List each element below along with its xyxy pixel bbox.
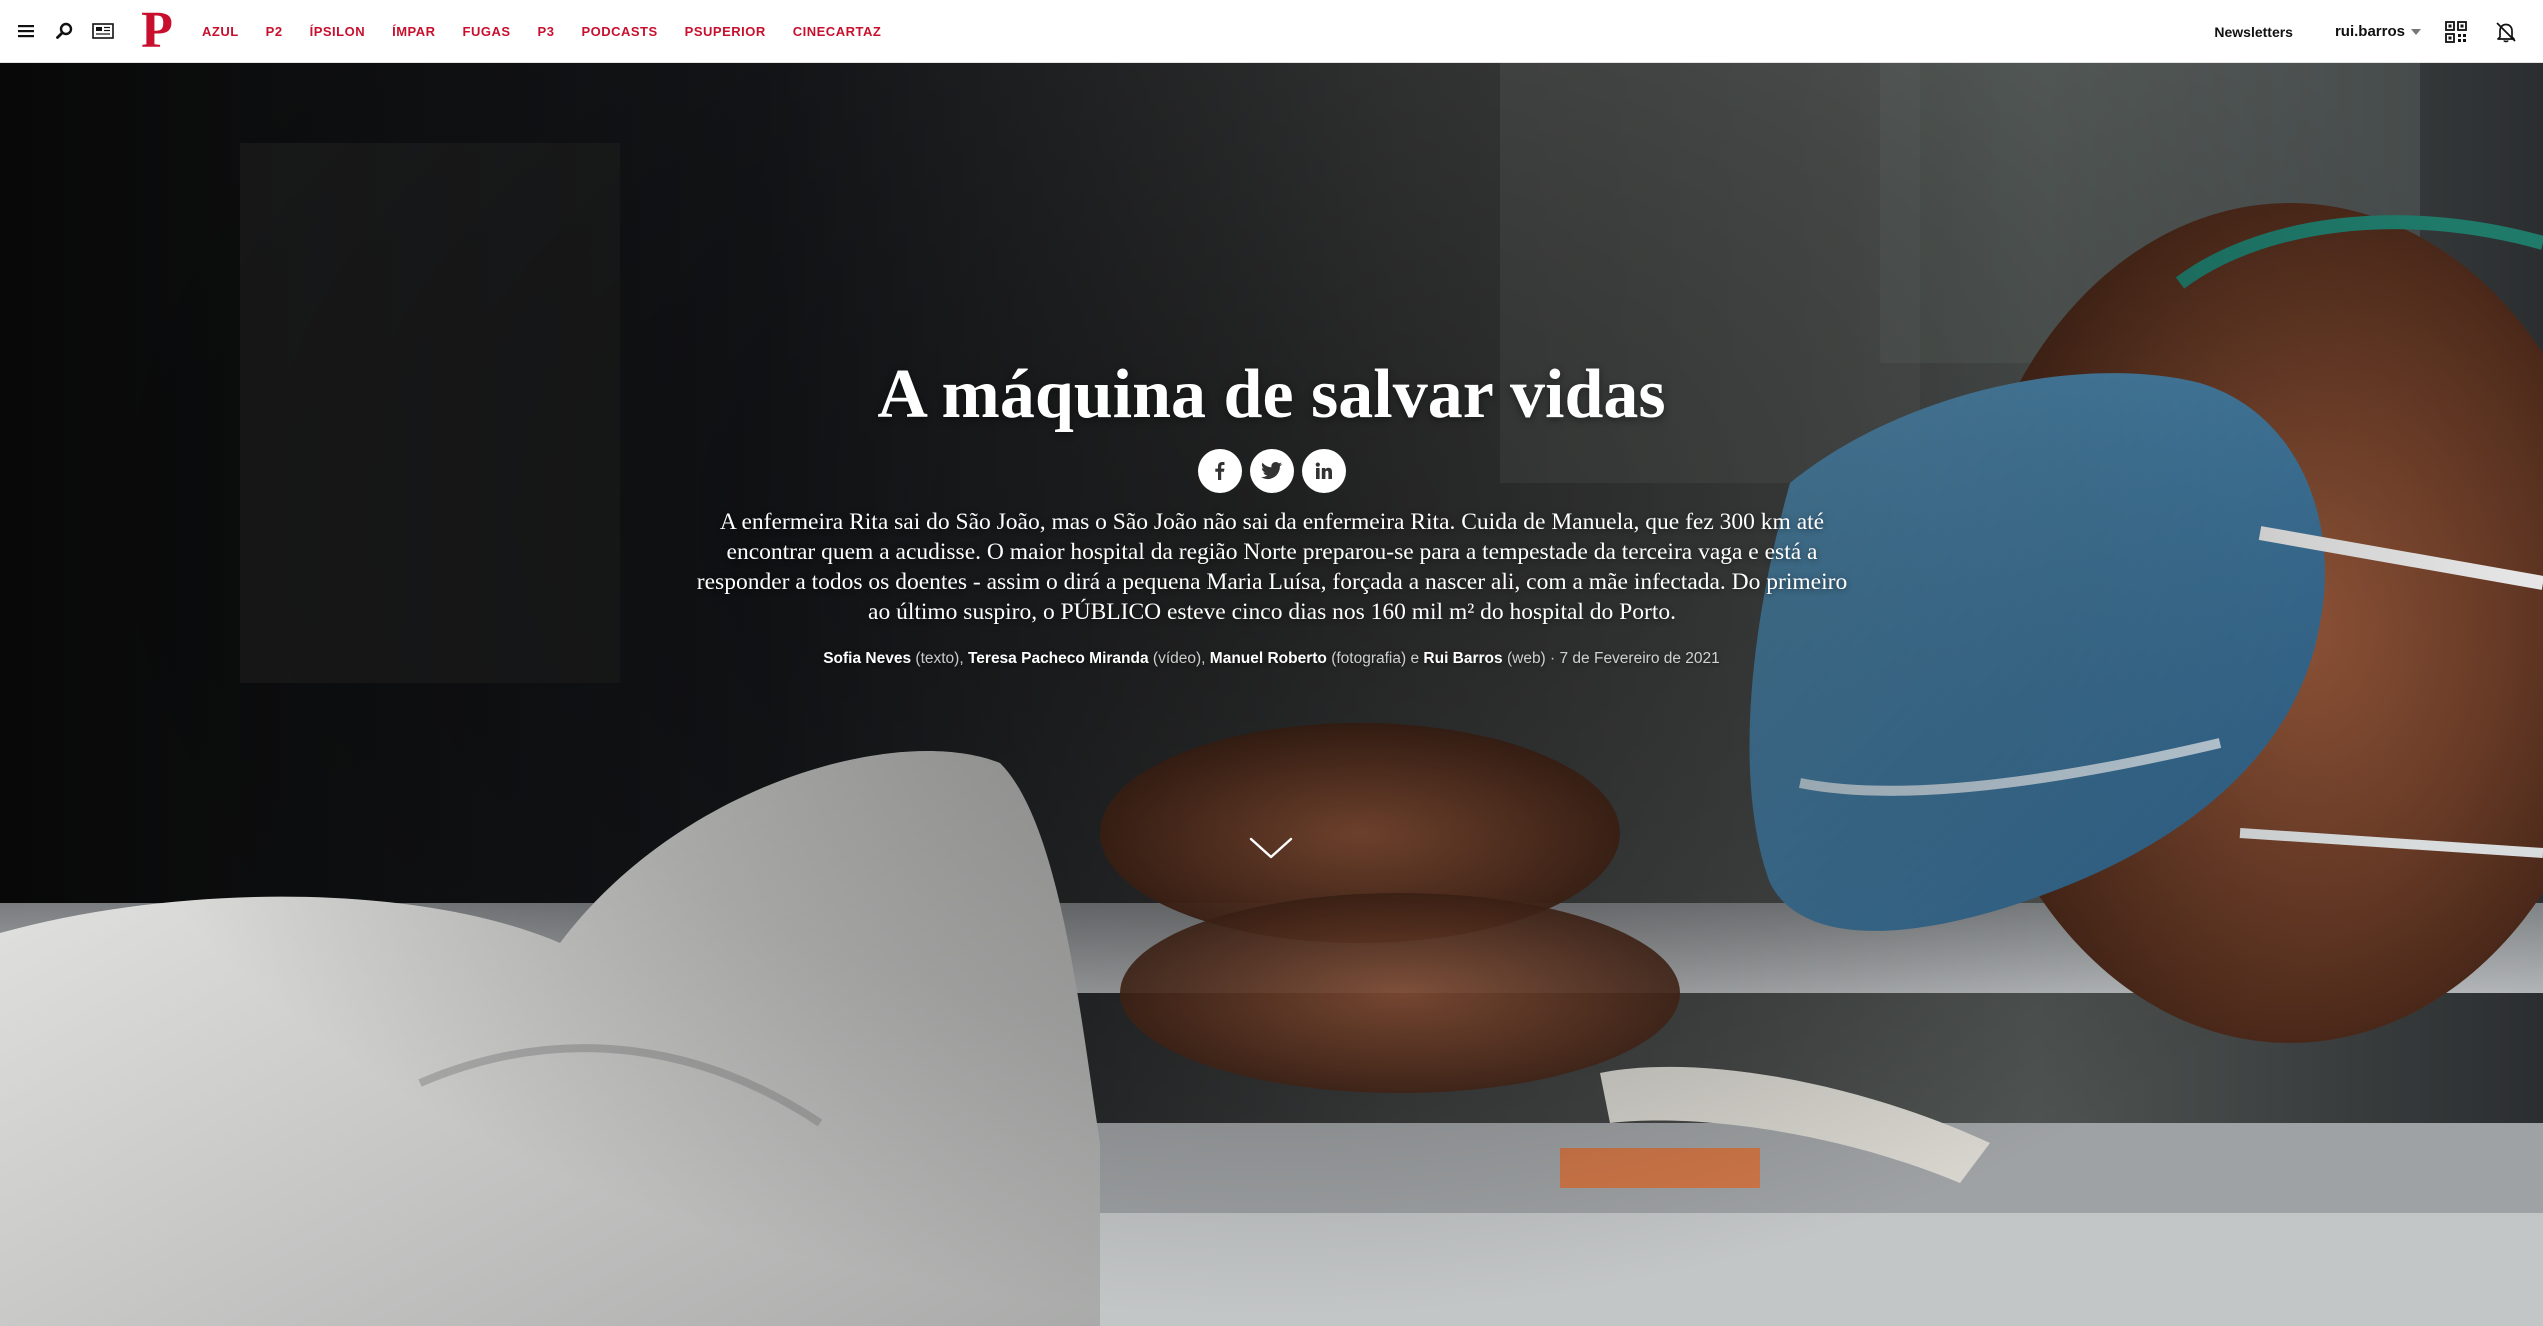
top-navigation-bar: P AZUL P2 ÍPSILON ÍMPAR FUGAS P3 PODCAST…	[0, 0, 2543, 63]
article-lead: A enfermeira Rita sai do São João, mas o…	[696, 509, 1848, 625]
byline-role: (web) ·	[1502, 650, 1560, 667]
user-menu[interactable]: rui.barros	[2335, 23, 2421, 40]
publico-logo[interactable]: P	[134, 5, 180, 57]
qr-code-icon[interactable]	[2443, 19, 2469, 45]
facebook-icon	[1214, 462, 1224, 480]
share-buttons	[0, 449, 2543, 493]
article-hero: A máquina de salvar vidas A enfermeira R…	[0, 63, 2543, 1326]
menu-icon[interactable]	[13, 18, 39, 44]
nav-item-azul[interactable]: AZUL	[202, 24, 239, 39]
twitter-share-button[interactable]	[1249, 449, 1294, 493]
facebook-share-button[interactable]	[1197, 449, 1242, 493]
username: rui.barros	[2334, 23, 2405, 40]
byline-role: (fotografia) e	[1326, 650, 1424, 667]
nav-item-ipsilon[interactable]: ÍPSILON	[310, 24, 366, 39]
nav-item-psuperior[interactable]: PSUPERIOR	[685, 24, 766, 39]
chevron-down-icon[interactable]	[1248, 835, 1294, 863]
newsletters-link[interactable]: Newsletters	[2214, 24, 2293, 40]
notifications-off-icon[interactable]	[2493, 19, 2519, 45]
article-headline: A máquina de salvar vidas	[877, 356, 1666, 433]
nav-item-cinecartaz[interactable]: CINECARTAZ	[793, 24, 882, 39]
linkedin-share-button[interactable]	[1301, 449, 1346, 493]
nav-item-podcasts[interactable]: PODCASTS	[581, 24, 657, 39]
author-link[interactable]: Rui Barros	[1423, 650, 1502, 667]
author-link[interactable]: Manuel Roberto	[1210, 650, 1327, 667]
twitter-icon	[1260, 462, 1282, 480]
search-icon[interactable]	[52, 18, 78, 44]
article-byline: Sofia Neves (texto), Teresa Pacheco Mira…	[0, 650, 2543, 668]
account-tools: Newsletters rui.barros	[2214, 0, 2543, 63]
nav-item-fugas[interactable]: FUGAS	[463, 24, 511, 39]
author-link[interactable]: Sofia Neves	[823, 650, 911, 667]
author-link[interactable]: Teresa Pacheco Miranda	[968, 650, 1149, 667]
byline-role: (texto),	[911, 650, 968, 667]
linkedin-icon	[1315, 462, 1332, 479]
publish-date: 7 de Fevereiro de 2021	[1559, 650, 1720, 667]
caret-down-icon	[2411, 28, 2421, 35]
nav-item-p2[interactable]: P2	[266, 24, 283, 39]
nav-item-p3[interactable]: P3	[538, 24, 555, 39]
byline-role: (vídeo),	[1148, 650, 1210, 667]
hero-overlay	[0, 63, 2543, 1326]
newspaper-edition-icon[interactable]	[90, 18, 116, 44]
section-nav: AZUL P2 ÍPSILON ÍMPAR FUGAS P3 PODCASTS …	[202, 0, 908, 63]
nav-item-impar[interactable]: ÍMPAR	[392, 24, 435, 39]
